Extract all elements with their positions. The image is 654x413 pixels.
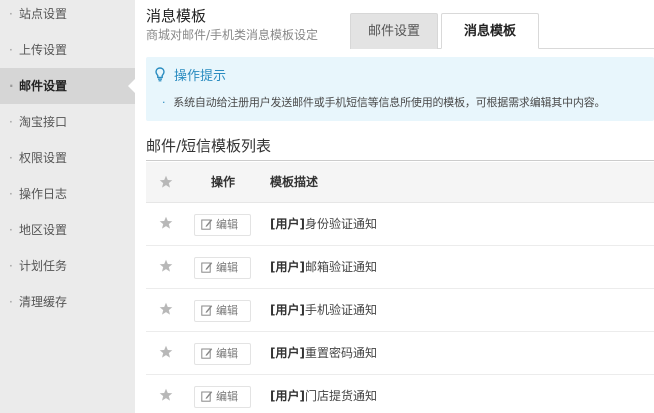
page-subtitle: 商城对邮件/手机类消息模板设定 xyxy=(146,28,319,42)
sidebar-item-label: 权限设置 xyxy=(19,151,68,165)
template-tag: [用户] xyxy=(270,217,305,231)
page-title: 消息模板 xyxy=(146,7,207,25)
sidebar-item-mail-settings[interactable]: · 邮件设置 xyxy=(0,68,135,104)
star-icon[interactable] xyxy=(159,302,173,316)
edit-button-label: 编辑 xyxy=(216,347,238,360)
sidebar-item-region-settings[interactable]: · 地区设置 xyxy=(0,212,135,248)
star-icon[interactable] xyxy=(159,216,173,230)
table-row: 编辑 [用户]邮箱验证通知 xyxy=(146,246,654,289)
tab-message-templates[interactable]: 消息模板 xyxy=(441,13,539,49)
sidebar-item-label: 操作日志 xyxy=(19,187,68,201)
template-name: 身份验证通知 xyxy=(304,217,377,231)
section-divider xyxy=(146,160,654,161)
edit-button[interactable]: 编辑 xyxy=(194,257,251,279)
star-icon[interactable] xyxy=(159,388,173,402)
sidebar-item-upload-settings[interactable]: · 上传设置 xyxy=(0,32,135,68)
bullet-icon: · xyxy=(9,43,13,57)
sidebar-item-label: 淘宝接口 xyxy=(19,115,68,129)
sidebar-item-label: 上传设置 xyxy=(19,43,68,57)
sidebar-item-permissions[interactable]: · 权限设置 xyxy=(0,140,135,176)
sidebar-item-clear-cache[interactable]: · 清理缓存 xyxy=(0,284,135,320)
edit-button-label: 编辑 xyxy=(216,261,238,274)
template-description: [用户]门店提货通知 xyxy=(270,375,377,413)
star-icon[interactable] xyxy=(159,345,173,359)
table-row: 编辑 [用户]重置密码通知 xyxy=(146,332,654,375)
bullet-icon: · xyxy=(9,7,13,21)
sidebar-item-operation-log[interactable]: · 操作日志 xyxy=(0,176,135,212)
table-row: 编辑 [用户]手机验证通知 xyxy=(146,289,654,332)
tip-text: 系统自动给注册用户发送邮件或手机短信等信息所使用的模板，可根据需求编辑其中内容。 xyxy=(173,96,606,109)
bullet-icon: · xyxy=(9,223,13,237)
sidebar-item-label: 计划任务 xyxy=(19,259,68,273)
edit-button[interactable]: 编辑 xyxy=(194,300,251,322)
pencil-icon xyxy=(201,389,213,402)
pencil-icon xyxy=(201,346,213,359)
template-tag: [用户] xyxy=(270,260,305,274)
tip-text-line: · 系统自动给注册用户发送邮件或手机短信等信息所使用的模板，可根据需求编辑其中内容… xyxy=(162,94,605,110)
sidebar-item-scheduled-tasks[interactable]: · 计划任务 xyxy=(0,248,135,284)
edit-button-label: 编辑 xyxy=(216,390,238,403)
table-row: 编辑 [用户]门店提货通知 xyxy=(146,375,654,413)
sidebar: · 站点设置 · 上传设置 · 邮件设置 · 淘宝接口 · 权限设置 · 操作日志 · 地区设… xyxy=(0,0,135,413)
table-row: 编辑 [用户]身份验证通知 xyxy=(146,203,654,246)
pencil-icon xyxy=(201,303,213,316)
edit-button[interactable]: 编辑 xyxy=(194,343,251,365)
template-tag: [用户] xyxy=(270,346,305,360)
template-name: 手机验证通知 xyxy=(304,303,377,317)
main-content: 消息模板 商城对邮件/手机类消息模板设定 邮件设置 消息模板 操作提示 · 系统自… xyxy=(135,0,654,413)
tip-title: 操作提示 xyxy=(174,69,227,84)
template-description: [用户]身份验证通知 xyxy=(270,203,377,246)
sidebar-item-label: 邮件设置 xyxy=(19,79,68,93)
sidebar-item-site-settings[interactable]: · 站点设置 xyxy=(0,0,135,32)
sidebar-item-label: 清理缓存 xyxy=(19,295,68,309)
template-description: [用户]手机验证通知 xyxy=(270,289,377,332)
star-icon[interactable] xyxy=(159,175,173,189)
sidebar-item-label: 站点设置 xyxy=(19,7,68,21)
edit-button[interactable]: 编辑 xyxy=(194,214,251,236)
sidebar-item-taobao-api[interactable]: · 淘宝接口 xyxy=(0,104,135,140)
bullet-icon: · xyxy=(9,151,13,165)
bullet-icon: · xyxy=(9,187,13,201)
bullet-icon: · xyxy=(9,115,13,129)
pencil-icon xyxy=(201,260,213,273)
lightbulb-icon xyxy=(155,67,165,82)
column-header-description: 模板描述 xyxy=(270,175,319,189)
template-tag: [用户] xyxy=(270,389,305,403)
bullet-icon: · xyxy=(162,96,166,109)
sidebar-item-label: 地区设置 xyxy=(19,223,68,237)
edit-button-label: 编辑 xyxy=(216,218,238,231)
template-name: 邮箱验证通知 xyxy=(304,260,377,274)
pencil-icon xyxy=(201,217,213,230)
table-header: 操作 模板描述 xyxy=(146,162,654,203)
template-name: 门店提货通知 xyxy=(304,389,377,403)
edit-button-label: 编辑 xyxy=(216,304,238,317)
template-name: 重置密码通知 xyxy=(304,346,377,360)
section-title: 邮件/短信模板列表 xyxy=(146,137,272,155)
tip-box: 操作提示 · 系统自动给注册用户发送邮件或手机短信等信息所使用的模板，可根据需求编… xyxy=(146,57,654,121)
star-icon[interactable] xyxy=(159,259,173,273)
template-description: [用户]邮箱验证通知 xyxy=(270,246,377,289)
column-header-action: 操作 xyxy=(211,175,236,189)
template-description: [用户]重置密码通知 xyxy=(270,332,377,375)
bullet-icon: · xyxy=(9,79,14,93)
edit-button[interactable]: 编辑 xyxy=(194,386,251,408)
template-tag: [用户] xyxy=(270,303,305,317)
bullet-icon: · xyxy=(9,259,13,273)
bullet-icon: · xyxy=(9,295,13,309)
tab-mail-settings[interactable]: 邮件设置 xyxy=(350,13,438,49)
